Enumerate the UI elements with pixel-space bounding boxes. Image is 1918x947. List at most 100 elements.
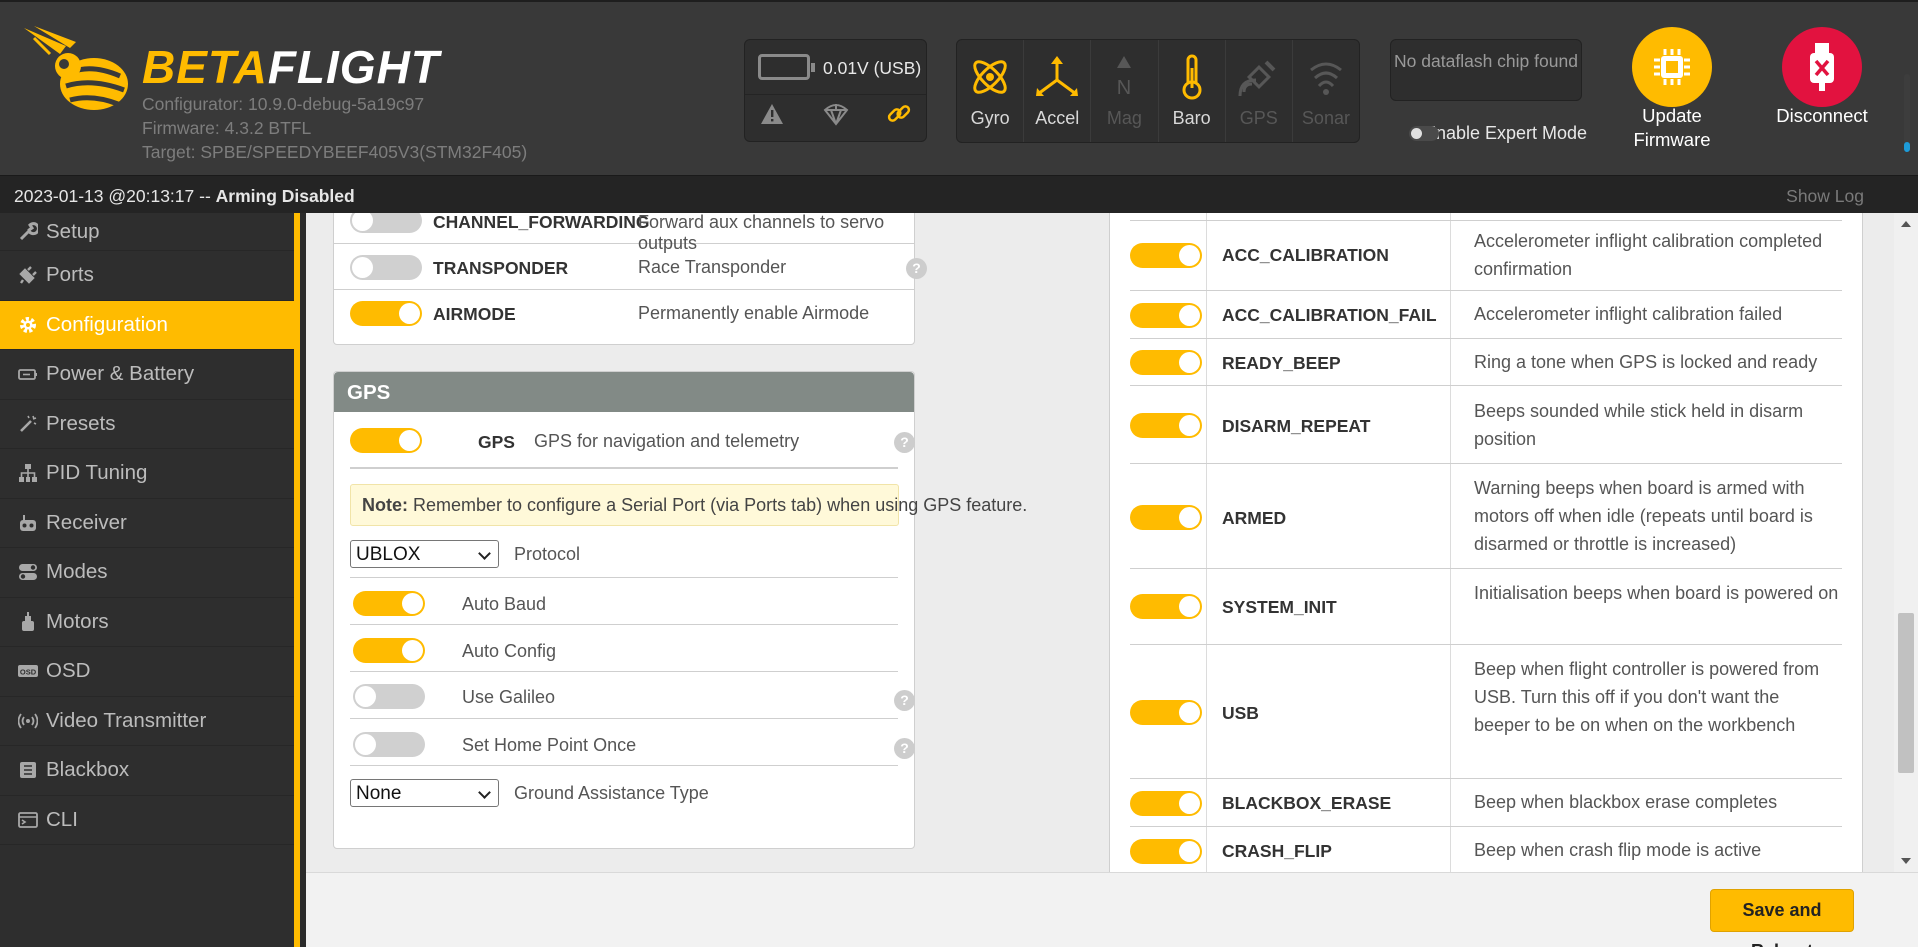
beeper-desc: Accelerometer inflight calibration compl… — [1474, 231, 1823, 279]
auto-baud-toggle[interactable] — [353, 591, 425, 616]
footer-toolbar: Save and Reboot — [306, 872, 1918, 947]
update-firmware-button[interactable] — [1632, 27, 1712, 107]
beeper-row: ARMED Warning beeps when board is armed … — [1130, 464, 1842, 569]
sensor-gps: GPS — [1226, 40, 1293, 142]
sidebar-item-receiver[interactable]: Receiver — [0, 499, 294, 548]
sidebar-item-osd[interactable]: OSD OSD — [0, 647, 294, 697]
save-and-reboot-button[interactable]: Save and Reboot — [1710, 889, 1854, 947]
home-point-once-toggle[interactable] — [353, 732, 425, 757]
header-scrollbar[interactable] — [1904, 74, 1910, 152]
beeper-row: BLACKBOX_ERASE Beep when blackbox erase … — [1130, 779, 1842, 827]
status-text: 2023-01-13 @20:13:17 -- Arming Disabled — [14, 186, 355, 206]
divider — [350, 577, 898, 578]
divider — [350, 671, 898, 672]
plug-icon — [18, 265, 38, 285]
sidebar-item-label: Power & Battery — [46, 362, 195, 386]
gps-feature-desc: GPS for navigation and telemetry — [534, 431, 800, 451]
scroll-down-arrow[interactable] — [1901, 858, 1911, 864]
disconnect-label[interactable]: Disconnect — [1762, 104, 1882, 128]
beeper-row: USB Beep when flight controller is power… — [1130, 645, 1842, 779]
sensor-status-panel: Gyro Accel N Mag Baro GPS Sonar — [956, 39, 1360, 143]
beeper-desc: Beep when crash flip mode is active — [1474, 840, 1762, 860]
gps-feature-toggle[interactable] — [350, 428, 422, 453]
status-bar: 2023-01-13 @20:13:17 -- Arming Disabled … — [0, 175, 1918, 213]
help-icon[interactable]: ? — [894, 738, 915, 759]
beeper-name: USB — [1222, 703, 1259, 723]
sidebar-item-motors[interactable]: Motors — [0, 598, 294, 647]
sidebar-item-label: Motors — [46, 609, 109, 633]
beeper-toggle-ready-beep[interactable] — [1130, 350, 1202, 375]
feature-toggle-transponder[interactable] — [350, 255, 422, 280]
beeper-row: READY_BEEP Ring a tone when GPS is locke… — [1130, 339, 1842, 386]
svg-text:OSD: OSD — [20, 668, 37, 677]
auto-config-toggle[interactable] — [353, 638, 425, 663]
beeper-toggle-acc-calibration[interactable] — [1130, 243, 1202, 268]
beeper-toggle-crash-flip[interactable] — [1130, 839, 1202, 864]
sidebar-item-presets[interactable]: Presets — [0, 400, 294, 449]
sidebar-item-power-battery[interactable]: Power & Battery — [0, 350, 294, 400]
update-firmware-label[interactable]: Update Firmware — [1612, 104, 1732, 152]
sidebar-item-video-transmitter[interactable]: Video Transmitter — [0, 697, 294, 746]
header: BETAFLIGHT Configurator: 10.9.0-debug-5a… — [0, 0, 1918, 175]
use-galileo-label: Use Galileo — [462, 687, 556, 707]
sidebar-item-label: Receiver — [46, 510, 127, 534]
sidebar-item-blackbox[interactable]: Blackbox — [0, 746, 294, 796]
beeper-toggle-system-init[interactable] — [1130, 594, 1202, 619]
disconnect-button[interactable] — [1782, 27, 1862, 107]
sidebar-item-setup[interactable]: Setup — [0, 213, 294, 251]
scroll-up-arrow[interactable] — [1901, 221, 1911, 227]
feature-toggle-channel-forwarding[interactable] — [350, 213, 422, 233]
beeper-desc: Ring a tone when GPS is locked and ready — [1474, 352, 1818, 372]
expert-mode-toggle[interactable]: Enable Expert Mode — [1408, 124, 1603, 142]
home-point-once-label: Set Home Point Once — [462, 735, 637, 755]
gps-protocol-select[interactable]: UBLOX — [350, 540, 499, 568]
beeper-toggle-blackbox-erase[interactable] — [1130, 791, 1202, 816]
gyro-icon — [973, 60, 1007, 94]
broadcast-icon — [18, 711, 38, 731]
battery-icon — [758, 54, 815, 80]
divider — [350, 624, 898, 625]
ground-assistance-select[interactable]: None — [350, 779, 499, 807]
beeper-toggle-disarm-repeat[interactable] — [1130, 413, 1202, 438]
dataflash-status: No dataflash chip found — [1390, 39, 1582, 101]
sidebar-item-ports[interactable]: Ports — [0, 251, 294, 301]
help-icon[interactable]: ? — [894, 432, 915, 453]
use-galileo-toggle[interactable] — [353, 684, 425, 709]
beeper-row: ACC_CALIBRATION_FAIL Accelerometer infli… — [1130, 291, 1842, 339]
divider — [350, 765, 898, 766]
warning-icon — [761, 104, 783, 124]
help-icon[interactable]: ? — [894, 690, 915, 711]
beeper-name: ACC_CALIBRATION_FAIL — [1222, 305, 1437, 325]
sidebar-item-label: Configuration — [46, 312, 168, 336]
scrollbar-thumb[interactable] — [1898, 613, 1914, 773]
content-scrollbar[interactable] — [1894, 213, 1918, 872]
brand-wordmark: BETAFLIGHT — [142, 41, 440, 93]
show-log-link[interactable]: Show Log — [1786, 186, 1864, 207]
help-icon[interactable]: ? — [906, 258, 927, 279]
sidebar-item-pid-tuning[interactable]: PID Tuning — [0, 449, 294, 499]
beeper-desc: Initialisation beeps when board is power… — [1474, 583, 1839, 603]
chip-icon — [1654, 49, 1690, 85]
feature-toggle-airmode[interactable] — [350, 301, 422, 326]
sidebar-item-configuration[interactable]: Configuration — [0, 300, 294, 350]
receiver-icon — [18, 513, 38, 533]
beeper-row: ACC_CALIBRATION Accelerometer inflight c… — [1130, 221, 1842, 291]
beeper-name: DISARM_REPEAT — [1222, 416, 1371, 436]
feature-name: CHANNEL_FORWARDING — [433, 213, 650, 232]
link-icon — [887, 105, 911, 122]
beeper-toggle-acc-calibration-fail[interactable] — [1130, 303, 1202, 328]
terminal-icon — [18, 810, 38, 830]
expert-mode-switch[interactable] — [1409, 126, 1439, 141]
gps-protocol-label: Protocol — [514, 544, 581, 564]
motor-icon — [18, 611, 38, 632]
sidebar-item-modes[interactable]: Modes — [0, 548, 294, 598]
battery-icon — [18, 364, 38, 384]
beeper-row: SYSTEM_INIT Initialisation beeps when bo… — [1130, 569, 1842, 645]
target-board: Target: SPBE/SPEEDYBEEF405V3(STM32F405) — [142, 142, 528, 162]
configuration-content: CHANNEL_FORWARDING Forward aux channels … — [306, 213, 1918, 872]
sidebar-item-cli[interactable]: CLI — [0, 796, 294, 845]
divider — [350, 718, 898, 719]
beeper-toggle-usb[interactable] — [1130, 700, 1202, 725]
mag-icon: N — [1117, 56, 1132, 99]
beeper-toggle-armed[interactable] — [1130, 505, 1202, 530]
